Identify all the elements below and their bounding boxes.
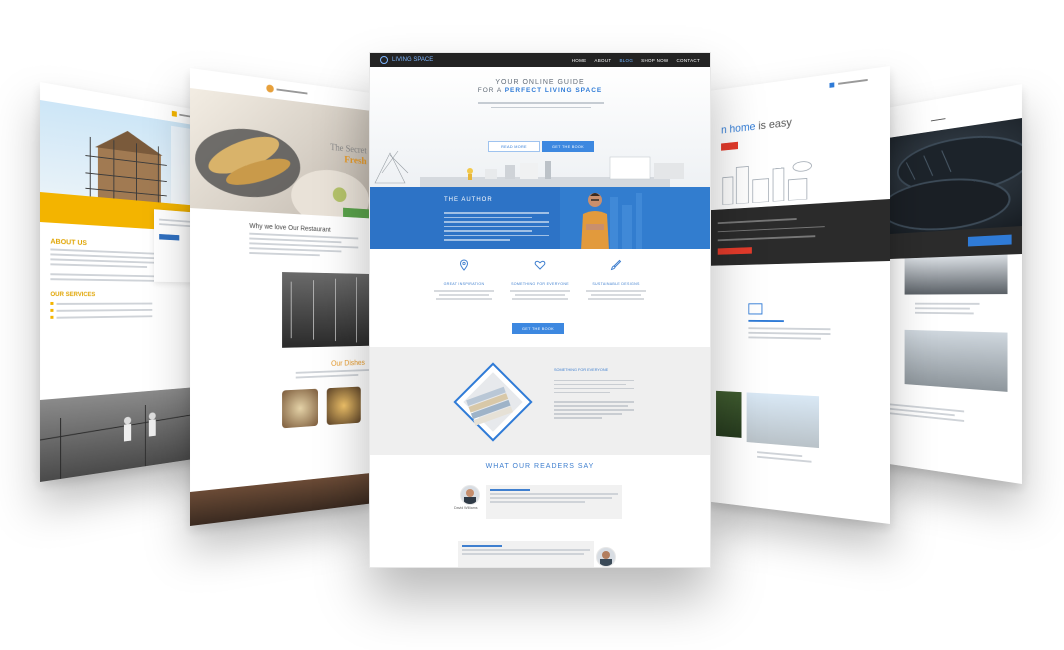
features-section: GREAT INSPIRATION SOMETHING FOR EVERYONE… — [370, 249, 710, 347]
brush-icon — [610, 259, 622, 271]
page-construction: ABOUT US OUR SERVICES — [40, 82, 211, 482]
phone-icon — [830, 82, 835, 87]
workers-photo — [40, 386, 211, 482]
heart-icon — [534, 259, 546, 271]
reader-quote-2 — [458, 541, 594, 567]
hero-section: YOUR ONLINE GUIDE FOR A PERFECT LIVING S… — [370, 67, 710, 187]
hero-line-1: YOUR ONLINE GUIDE — [370, 79, 710, 86]
reader-name: David Williams — [454, 506, 478, 510]
services-heading: OUR SERVICES — [50, 292, 203, 298]
kitchen-illustration — [370, 143, 710, 187]
readers-title: WHAT OUR READERS SAY — [370, 463, 710, 470]
feature-inspiration: GREAT INSPIRATION — [424, 259, 504, 302]
author-title: THE AUTHOR — [444, 197, 493, 203]
kitchen-photo — [282, 272, 373, 348]
logo-icon — [172, 111, 177, 117]
car-photo — [905, 255, 1008, 295]
logo-icon — [266, 84, 273, 93]
brand-icon — [380, 56, 388, 64]
readers-section: WHAT OUR READERS SAY David Williams — [370, 455, 710, 567]
dish-photo — [327, 387, 361, 426]
feature-everyone: SOMETHING FOR EVERYONE — [500, 259, 580, 302]
nav-blog[interactable]: BLOG — [619, 58, 633, 63]
tree-photo — [716, 391, 741, 438]
nav-shop-now[interactable]: SHOP NOW — [641, 58, 668, 63]
hero-line-2: FOR A PERFECT LIVING SPACE — [370, 87, 710, 94]
hero-heading-rest: is easy — [755, 115, 791, 132]
something-text — [554, 377, 634, 421]
nav-contact[interactable]: CONTACT — [676, 58, 700, 63]
something-title: SOMETHING FOR EVERYONE — [554, 368, 608, 372]
nav-home[interactable]: HOME — [572, 58, 587, 63]
author-photo — [578, 190, 612, 249]
dish-photo — [282, 389, 318, 429]
features-get-book-button[interactable]: GET THE BOOK — [512, 323, 564, 334]
hero-subtext — [478, 99, 604, 111]
page-home-easy: n home is easy — [706, 66, 890, 524]
house-photo — [747, 392, 819, 448]
author-bio — [444, 209, 554, 244]
chart-icon — [748, 303, 762, 314]
something-section: SOMETHING FOR EVERYONE — [370, 347, 710, 455]
hero-heading-emph: n home — [721, 120, 755, 137]
nav-menu: HOME ABOUT BLOG SHOP NOW CONTACT — [572, 58, 700, 63]
brand-logo[interactable]: LIVING SPACE — [380, 56, 433, 64]
logo-icon — [931, 108, 946, 121]
reader-avatar — [596, 547, 616, 567]
swatches-illustration — [448, 357, 538, 447]
top-nav: LIVING SPACE HOME ABOUT BLOG SHOP NOW CO… — [370, 53, 710, 67]
author-section: THE AUTHOR — [370, 187, 710, 249]
stage: ABOUT US OUR SERVICES The Secret Fresh W… — [0, 0, 1064, 650]
city-sketch — [706, 144, 890, 206]
nav-about[interactable]: ABOUT — [594, 58, 611, 63]
feature-sustainable: SUSTAINABLE DESIGNS — [576, 259, 656, 302]
page-restaurant: The Secret Fresh Why we love Our Restaur… — [190, 68, 373, 526]
brand-name: LIVING SPACE — [392, 57, 433, 63]
warehouse-photo — [905, 330, 1008, 392]
page-living-space: LIVING SPACE HOME ABOUT BLOG SHOP NOW CO… — [369, 52, 711, 568]
reader-quote-1 — [486, 485, 622, 519]
location-pin-icon — [458, 259, 470, 271]
reader-avatar — [460, 485, 480, 505]
